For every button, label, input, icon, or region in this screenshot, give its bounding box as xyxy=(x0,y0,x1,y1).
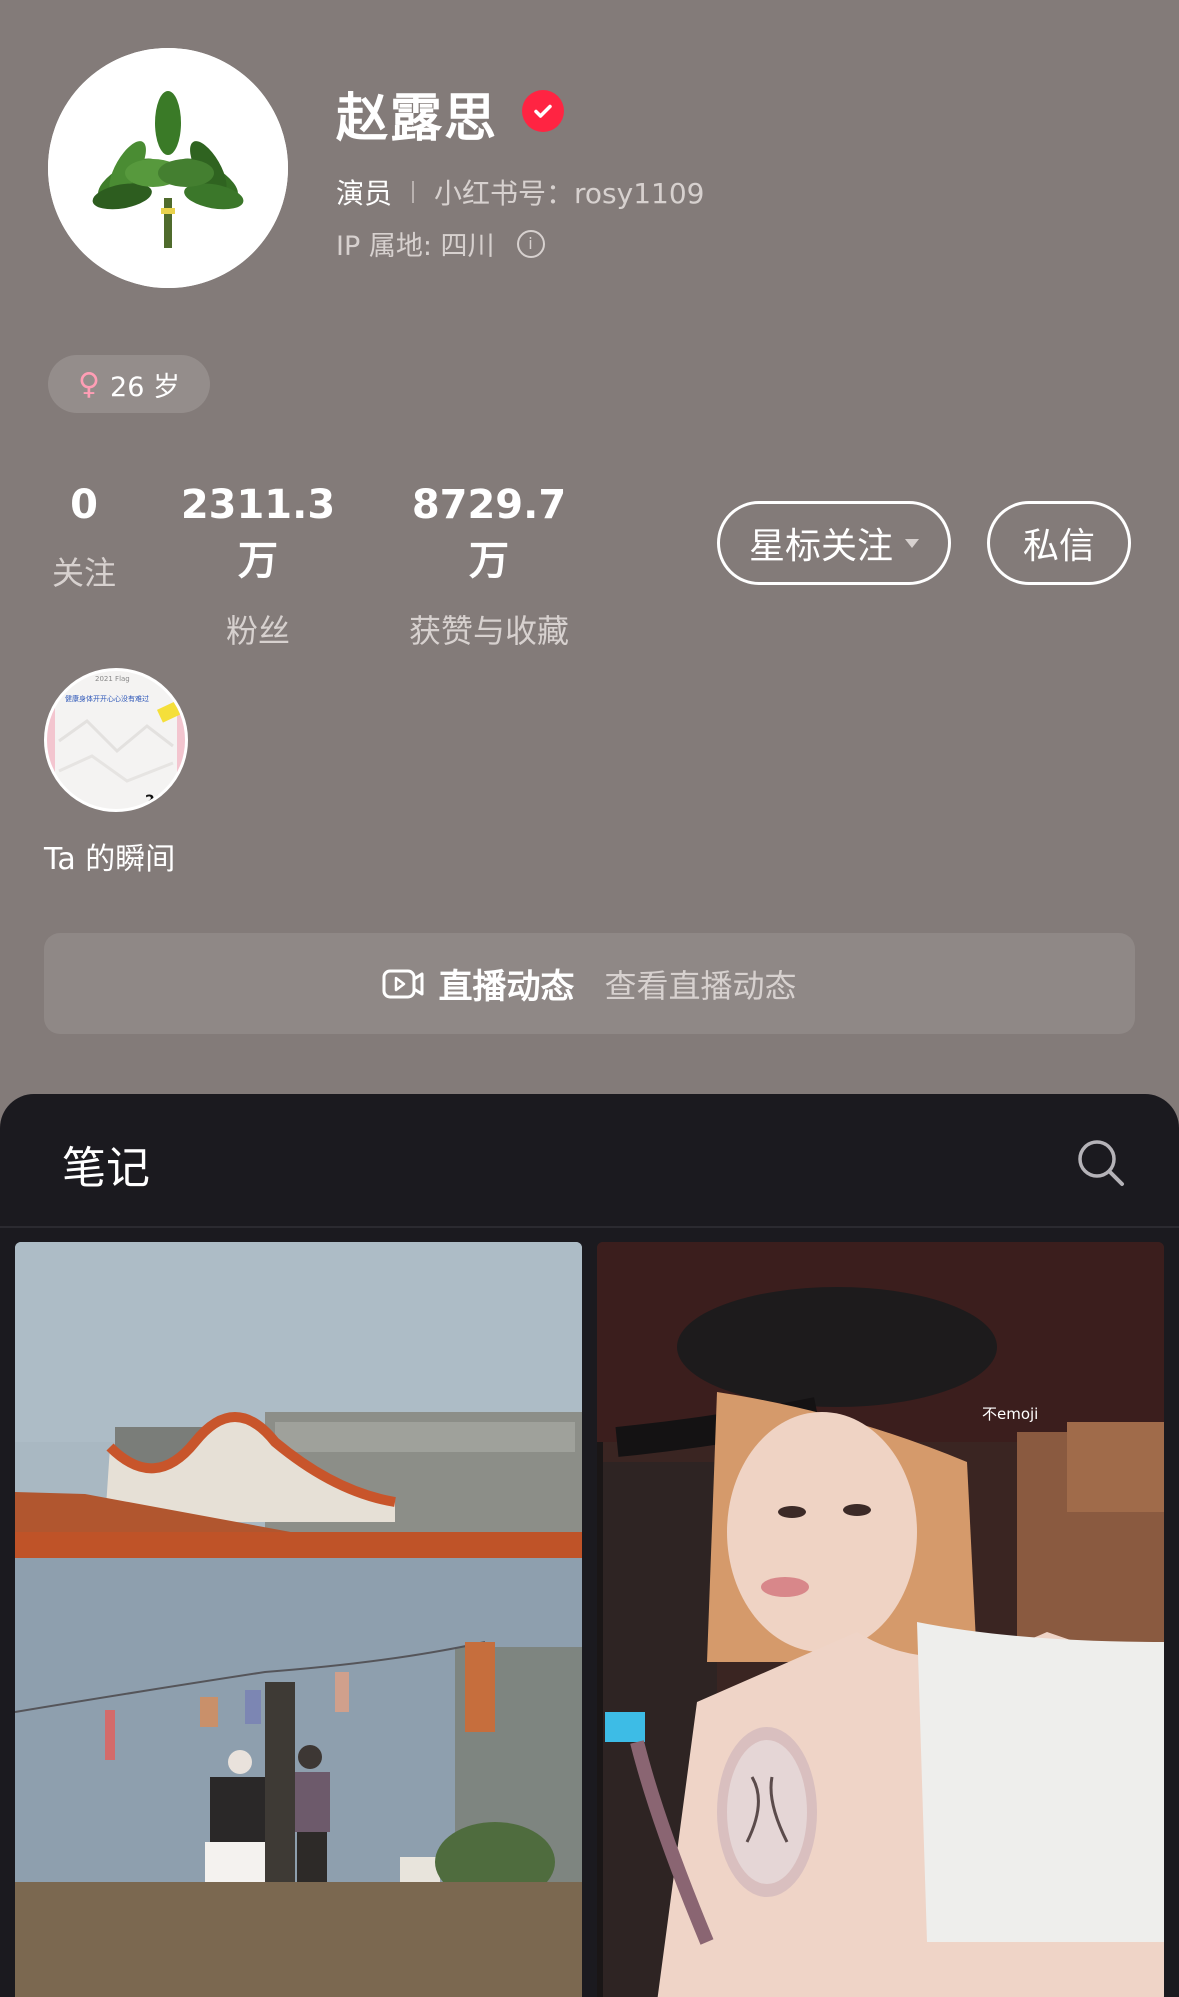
stat-label: 获赞与收藏 xyxy=(408,612,569,650)
verified-badge-icon xyxy=(522,90,564,132)
moment-thumb-text: 健康身体开开心心没有难过 xyxy=(65,694,149,703)
profile-avatar[interactable] xyxy=(48,48,288,288)
portrait-watermark: 不emoji xyxy=(982,1405,1038,1423)
profile-meta-line: 演员 小红书号：rosy1109 xyxy=(336,172,704,212)
live-subtitle: 查看直播动态 xyxy=(604,966,797,1005)
profile-role: 演员 xyxy=(336,177,393,210)
notes-header: 笔记 xyxy=(0,1094,1179,1228)
star-follow-button[interactable]: 星标关注 xyxy=(717,501,951,585)
stat-value: 8729.7万 xyxy=(411,482,567,584)
divider xyxy=(412,181,415,203)
stat-fans[interactable]: 2311.3万 粉丝 xyxy=(170,482,346,652)
note-card-village[interactable] xyxy=(15,1242,582,1997)
dropdown-caret-icon xyxy=(905,538,919,548)
live-activity-bar[interactable]: 直播动态 查看直播动态 xyxy=(44,933,1135,1034)
moment-thumbnail[interactable]: 2021 Flag 健康身体开开心心没有难过 20 xyxy=(44,668,188,812)
stat-likes-collects[interactable]: 8729.7万 获赞与收藏 xyxy=(396,482,582,652)
info-icon[interactable]: i xyxy=(516,229,545,258)
message-label: 私信 xyxy=(1022,526,1095,567)
live-camera-icon xyxy=(382,969,424,998)
stat-value: 0 xyxy=(70,482,98,528)
message-button[interactable]: 私信 xyxy=(987,501,1131,585)
note-image-village xyxy=(15,1242,582,1997)
note-card-portrait[interactable]: 不emoji xyxy=(597,1242,1164,1997)
notes-panel: 笔记 不emoji xyxy=(0,1094,1179,1997)
female-icon: ♀ xyxy=(78,366,101,402)
moment-note-image: 2021 Flag 健康身体开开心心没有难过 20 xyxy=(47,671,185,809)
star-follow-label: 星标关注 xyxy=(748,526,893,567)
profile-name: 赵露思 xyxy=(336,89,499,149)
leaf-bouquet-avatar-icon xyxy=(48,48,288,288)
stat-value: 2311.3万 xyxy=(180,482,336,584)
stat-following[interactable]: 0 关注 xyxy=(48,482,120,594)
age-text: 26 岁 xyxy=(110,371,180,403)
moments-label: Ta 的瞬间 xyxy=(44,842,176,877)
moment-thumb-year: 2021 Flag xyxy=(95,675,130,683)
ip-location: IP 属地: 四川 xyxy=(336,231,495,262)
stat-label: 粉丝 xyxy=(225,612,290,650)
live-title: 直播动态 xyxy=(438,967,575,1007)
tab-notes[interactable]: 笔记 xyxy=(62,1132,150,1196)
red-id[interactable]: 小红书号：rosy1109 xyxy=(434,172,704,212)
stat-label: 关注 xyxy=(51,554,116,592)
ip-location-line: IP 属地: 四川 i xyxy=(336,224,545,263)
note-image-portrait: 不emoji xyxy=(597,1242,1164,1997)
age-tag: ♀ 26 岁 xyxy=(48,355,210,413)
search-icon[interactable] xyxy=(1076,1138,1126,1188)
moment-thumb-corner: 20 xyxy=(145,793,165,809)
